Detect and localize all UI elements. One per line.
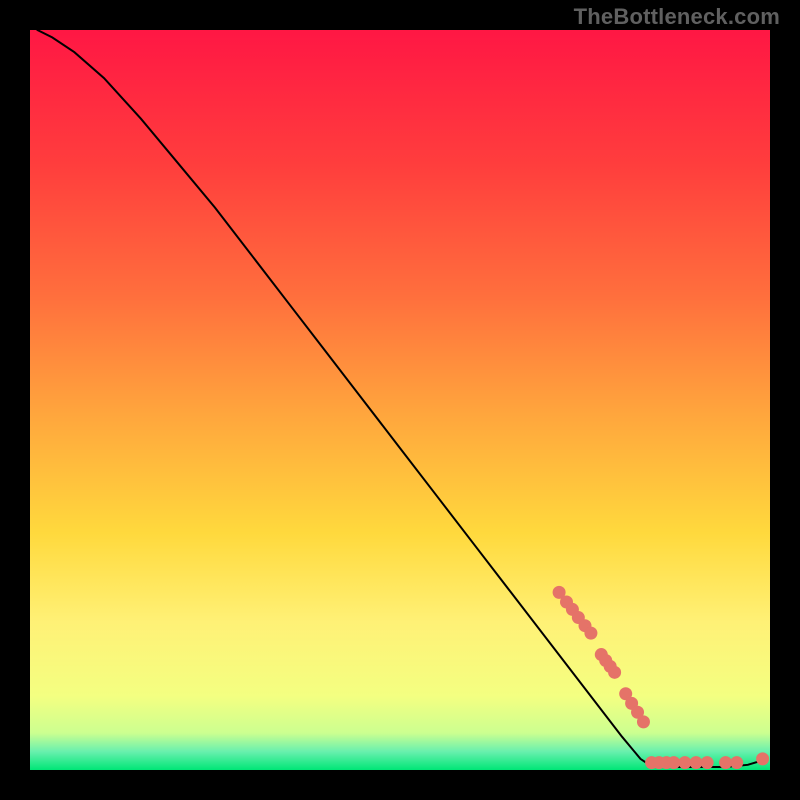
highlight-dot bbox=[701, 756, 714, 769]
highlight-dot bbox=[756, 752, 769, 765]
highlight-dot bbox=[667, 756, 680, 769]
highlight-dot bbox=[637, 715, 650, 728]
bottleneck-chart bbox=[30, 30, 770, 770]
chart-stage: TheBottleneck.com bbox=[0, 0, 800, 800]
plot-background bbox=[30, 30, 770, 770]
highlight-dot bbox=[608, 666, 621, 679]
highlight-dot bbox=[719, 756, 732, 769]
highlight-dot bbox=[678, 756, 691, 769]
highlight-dot bbox=[690, 756, 703, 769]
watermark-text: TheBottleneck.com bbox=[574, 4, 780, 30]
highlight-dot bbox=[730, 756, 743, 769]
highlight-dot bbox=[584, 627, 597, 640]
